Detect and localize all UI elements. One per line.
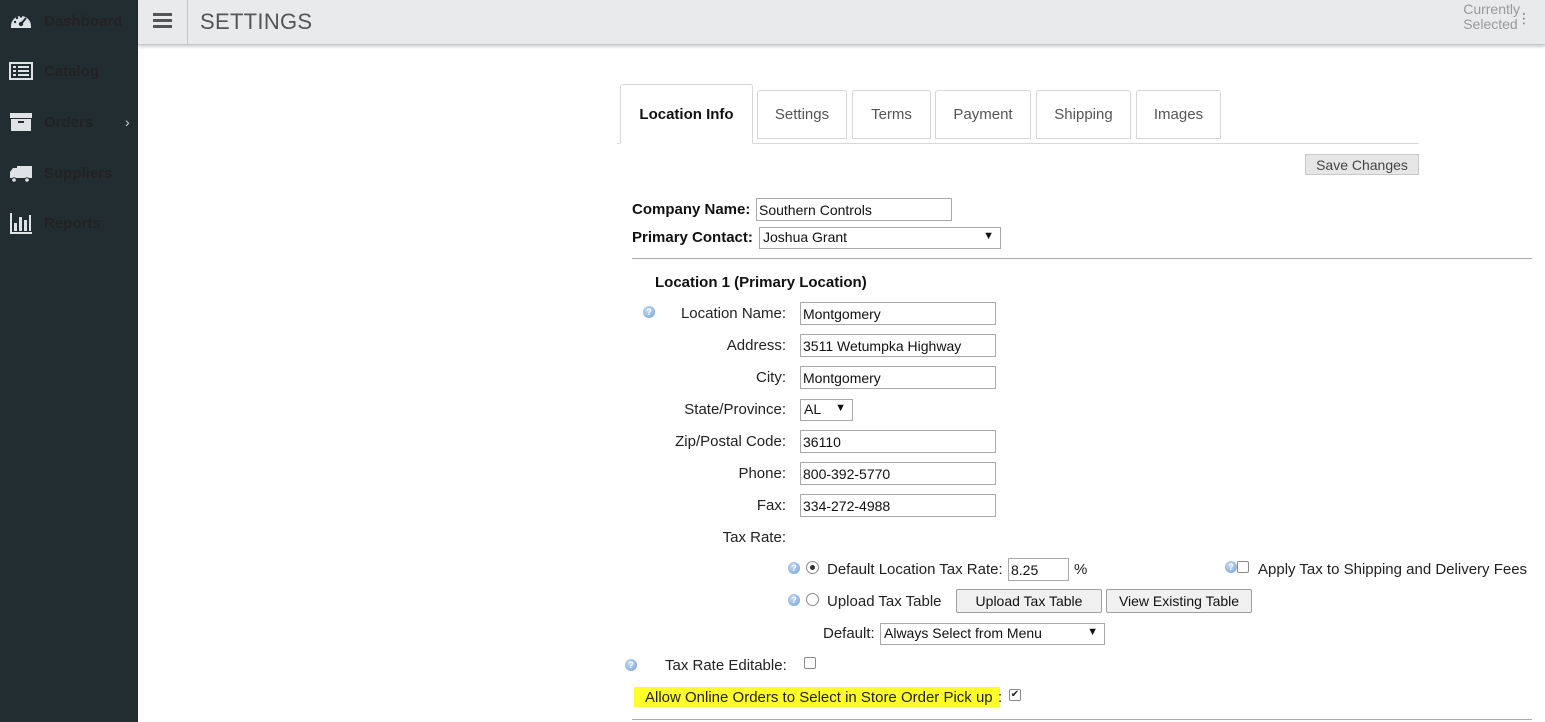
truck-icon: [10, 166, 32, 183]
tab-images[interactable]: Images: [1136, 90, 1221, 139]
catalog-icon: [9, 62, 33, 80]
primary-contact-select[interactable]: Joshua Grant ▼: [759, 227, 1001, 249]
tax-rate-editable-label: Tax Rate Editable:: [665, 657, 787, 674]
company-name-label: Company Name:: [632, 201, 751, 218]
default-tax-rate-label: Default Location Tax Rate:: [827, 561, 1003, 578]
default-label: Default:: [823, 625, 875, 642]
save-changes-button[interactable]: Save Changes: [1305, 154, 1419, 175]
tax-rate-label: Tax Rate:: [722, 529, 786, 546]
help-icon[interactable]: ?: [788, 594, 800, 606]
page-title: SETTINGS: [200, 9, 313, 34]
tab-shipping[interactable]: Shipping: [1036, 90, 1131, 139]
city-label: City:: [756, 369, 786, 386]
location-name-input[interactable]: [800, 302, 996, 325]
sidebar-item-label: Reports: [44, 214, 101, 232]
fax-label: Fax:: [756, 497, 786, 514]
tab-terms[interactable]: Terms: [852, 90, 931, 139]
default-tax-select[interactable]: Always Select from Menu ▼: [880, 623, 1105, 645]
sidebar-item-label: Orders: [44, 113, 94, 131]
kebab-menu-icon[interactable]: ⋮: [1517, 10, 1531, 27]
sidebar-item-catalog[interactable]: Catalog: [0, 46, 138, 96]
sidebar-item-orders[interactable]: Orders ›: [0, 97, 138, 147]
view-existing-table-button[interactable]: View Existing Table: [1106, 589, 1252, 613]
address-input[interactable]: [800, 334, 996, 357]
phone-input[interactable]: [800, 462, 996, 485]
state-value: AL: [804, 401, 822, 417]
address-label: Address:: [726, 337, 786, 354]
default-tax-value: Always Select from Menu: [884, 625, 1042, 641]
divider: [632, 258, 1532, 259]
fax-input[interactable]: [800, 494, 996, 517]
primary-contact-label: Primary Contact:: [632, 229, 753, 246]
chevron-right-icon: ›: [125, 114, 130, 130]
dashboard-icon: [11, 15, 31, 28]
state-select[interactable]: AL ▼: [800, 399, 853, 421]
dropdown-arrow-icon: ▼: [1087, 626, 1098, 638]
hamburger-icon[interactable]: [138, 0, 188, 45]
sidebar-item-dashboard[interactable]: Dashboard: [0, 0, 138, 46]
location-name-label: Location Name:: [680, 305, 786, 322]
company-name-input[interactable]: [756, 198, 952, 221]
primary-contact-value: Joshua Grant: [763, 229, 848, 245]
zip-input[interactable]: [800, 430, 996, 453]
currently-selected-line2: Selected: [1463, 16, 1518, 32]
zip-label: Zip/Postal Code:: [675, 433, 786, 450]
percent-sign: %: [1074, 561, 1088, 578]
state-label: State/Province:: [684, 401, 786, 418]
location-heading: Location 1 (Primary Location): [655, 274, 867, 291]
online-pickup-checkbox[interactable]: ✔: [1009, 689, 1021, 701]
upload-tax-table-radio[interactable]: [806, 593, 819, 606]
apply-tax-shipping-label: Apply Tax to Shipping and Delivery Fees: [1258, 561, 1528, 578]
default-tax-rate-radio[interactable]: [806, 561, 819, 574]
help-icon[interactable]: ?: [788, 562, 800, 574]
default-tax-rate-input[interactable]: [1008, 558, 1069, 581]
top-header: SETTINGS Currently Selected ⋮: [138, 0, 1545, 45]
online-pickup-label: Allow Online Orders to Select in Store O…: [645, 689, 993, 706]
sidebar-item-reports[interactable]: Reports: [0, 198, 138, 248]
tab-settings[interactable]: Settings: [757, 90, 847, 139]
city-input[interactable]: [800, 366, 996, 389]
upload-tax-table-label: Upload Tax Table: [827, 593, 942, 610]
tab-payment[interactable]: Payment: [935, 90, 1031, 139]
phone-label: Phone:: [738, 465, 786, 482]
apply-tax-shipping-checkbox[interactable]: [1237, 561, 1249, 573]
currently-selected[interactable]: Currently Selected: [1463, 2, 1520, 32]
upload-tax-table-button[interactable]: Upload Tax Table: [956, 589, 1102, 613]
sidebar-item-label: Suppliers: [44, 164, 113, 182]
sidebar-item-label: Catalog: [44, 62, 100, 80]
help-icon[interactable]: ?: [1225, 561, 1237, 573]
sidebar-item-label: Dashboard: [44, 12, 123, 30]
dropdown-arrow-icon: ▼: [835, 402, 846, 414]
sidebar-item-suppliers[interactable]: Suppliers: [0, 148, 138, 198]
bar-chart-icon: [10, 213, 32, 234]
online-pickup-colon: :: [998, 689, 1003, 706]
dropdown-arrow-icon: ▼: [983, 230, 994, 242]
tax-rate-editable-checkbox[interactable]: [804, 657, 816, 669]
help-icon[interactable]: ?: [625, 659, 637, 671]
sidebar: Dashboard Catalog Orders › Suppliers Rep…: [0, 0, 138, 722]
currently-selected-line1: Currently: [1463, 1, 1520, 17]
divider: [632, 719, 1532, 720]
tab-location-info[interactable]: Location Info: [620, 84, 753, 144]
orders-icon: [10, 113, 32, 131]
